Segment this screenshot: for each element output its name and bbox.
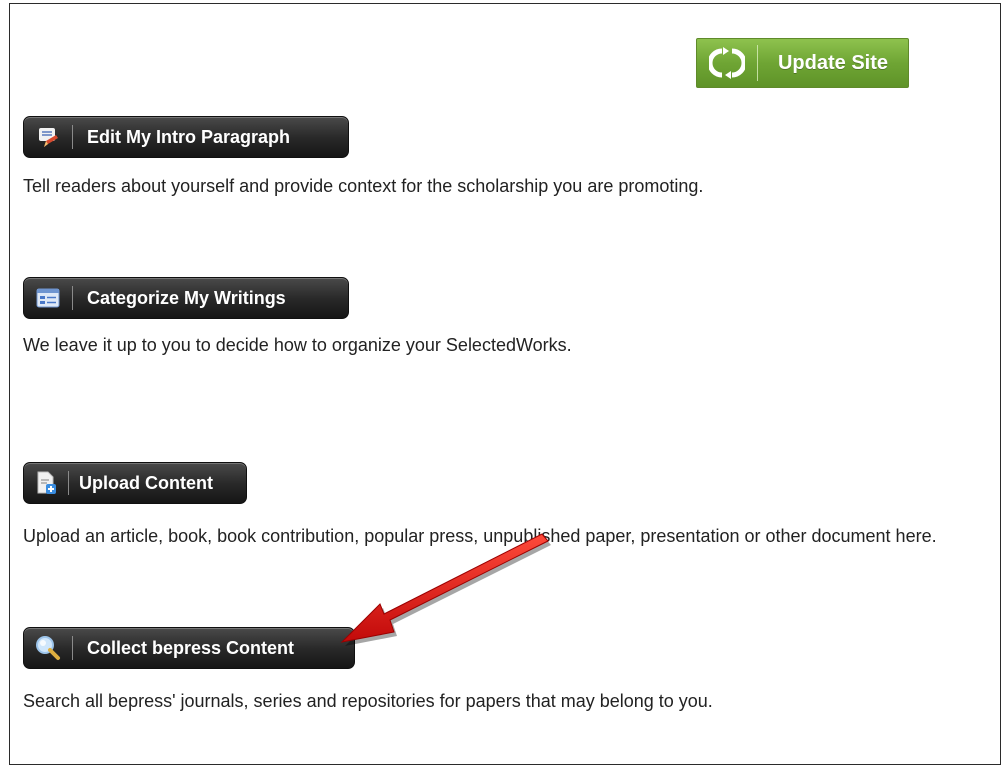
red-arrow-annotation — [340, 533, 551, 646]
